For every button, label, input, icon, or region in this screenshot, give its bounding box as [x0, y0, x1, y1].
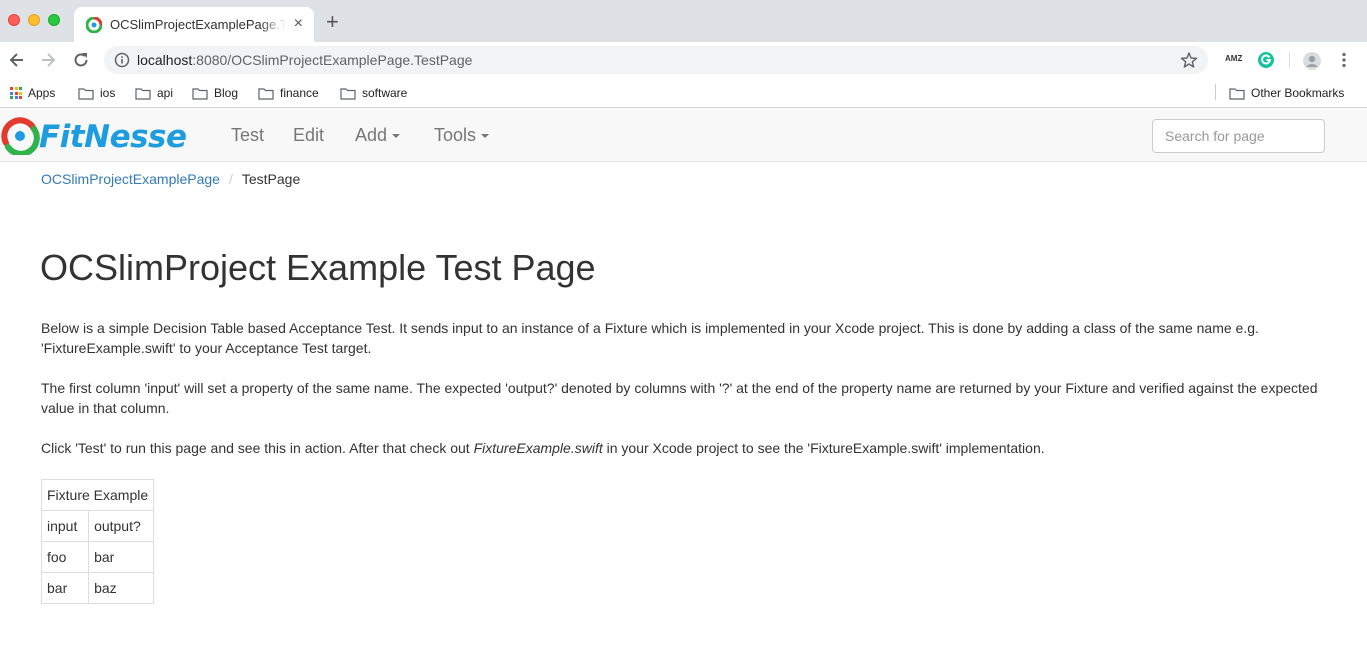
bookmarks-divider: [1215, 84, 1216, 100]
nav-add-dropdown[interactable]: Add: [355, 124, 401, 146]
table-title-row: Fixture Example: [40, 479, 155, 511]
fixture-decision-table: Fixture Example input output? foo bar ba…: [40, 479, 155, 604]
profile-avatar-icon[interactable]: [1302, 51, 1322, 71]
fitnesse-logo-icon: [1, 117, 40, 155]
table-cell: baz: [88, 572, 155, 604]
amz-extension-icon[interactable]: AMZ: [1225, 54, 1242, 63]
bookmark-folder-finance[interactable]: finance: [258, 84, 319, 102]
nav-tools-dropdown[interactable]: Tools: [434, 124, 490, 146]
columns-paragraph: The first column 'input' will set a prop…: [41, 380, 1318, 416]
folder-icon: [1229, 87, 1245, 100]
table-header-row: input output?: [40, 510, 155, 542]
bookmark-label: Apps: [28, 86, 56, 100]
breadcrumb: OCSlimProjectExamplePage / TestPage: [41, 171, 300, 187]
new-tab-button[interactable]: +: [326, 11, 339, 33]
url-host: localhost: [137, 52, 193, 68]
tab-title: OCSlimProjectExamplePage.TestPage: [110, 17, 286, 32]
bookmark-label: Other Bookmarks: [1251, 86, 1345, 100]
nav-edit-link[interactable]: Edit: [293, 124, 324, 146]
bookmark-folder-software[interactable]: software: [340, 84, 407, 102]
folder-icon: [340, 87, 356, 100]
caret-down-icon: [481, 134, 490, 139]
breadcrumb-parent-link[interactable]: OCSlimProjectExamplePage: [41, 171, 220, 187]
bookmark-label: finance: [280, 86, 319, 100]
forward-arrow-icon[interactable]: [38, 50, 58, 70]
back-arrow-icon[interactable]: [7, 50, 27, 70]
apps-grid-icon: [10, 87, 22, 99]
table-title-cell: Fixture Example: [40, 479, 155, 511]
folder-icon: [192, 87, 208, 100]
table-cell: bar: [40, 572, 90, 604]
nav-test-link[interactable]: Test: [231, 124, 264, 146]
info-icon[interactable]: [114, 52, 130, 68]
url-path: :8080/OCSlimProjectExamplePage.TestPage: [192, 52, 473, 68]
bookmarks-bar: Apps ios api Blog finance software Other…: [0, 78, 1367, 108]
nav-tools-label: Tools: [434, 125, 477, 145]
breadcrumb-separator: /: [228, 171, 233, 187]
instructions-filename: FixtureExample.swift: [473, 440, 603, 456]
bookmark-star-icon[interactable]: [1180, 51, 1198, 69]
instructions-paragraph: Click 'Test' to run this page and see th…: [41, 438, 1321, 458]
folder-icon: [78, 87, 94, 100]
table-row: foo bar: [40, 541, 155, 573]
browser-tab-active[interactable]: OCSlimProjectExamplePage.TestPage ×: [74, 7, 314, 42]
toolbar-divider: [1289, 52, 1290, 68]
bookmark-folder-ios[interactable]: ios: [78, 84, 115, 102]
fitnesse-logo-text: FitNesse: [39, 119, 187, 155]
page-title: OCSlimProject Example Test Page: [40, 247, 596, 288]
bookmark-folder-blog[interactable]: Blog: [192, 84, 238, 102]
search-page-input[interactable]: [1152, 119, 1325, 153]
breadcrumb-current: TestPage: [241, 171, 301, 187]
fitnesse-favicon-icon: [86, 17, 102, 33]
fitnesse-logo[interactable]: FitNesse: [0, 113, 200, 157]
url-text[interactable]: localhost:8080/OCSlimProjectExamplePage.…: [137, 52, 472, 68]
folder-icon: [258, 87, 274, 100]
intro-paragraph: Below is a simple Decision Table based A…: [41, 320, 1259, 356]
table-cell: foo: [40, 541, 90, 573]
instructions-text-start: Click 'Test' to run this page and see th…: [41, 440, 474, 456]
fullscreen-window-button[interactable]: [48, 14, 60, 26]
bookmark-label: software: [362, 86, 408, 100]
table-header-cell: output?: [88, 510, 155, 542]
nav-add-label: Add: [355, 125, 388, 145]
bookmark-folder-api[interactable]: api: [135, 84, 173, 102]
table-header-cell: input: [40, 510, 90, 542]
browser-toolbar: localhost:8080/OCSlimProjectExamplePage.…: [0, 42, 1367, 78]
close-tab-icon[interactable]: ×: [294, 15, 303, 33]
close-window-button[interactable]: [8, 14, 20, 26]
bookmark-label: Blog: [214, 86, 239, 100]
table-row: bar baz: [40, 572, 155, 604]
fitnesse-page: FitNesse Test Edit Add Tools OCSlimProje…: [0, 109, 1367, 650]
bookmark-label: api: [157, 86, 174, 100]
folder-icon: [135, 87, 151, 100]
reload-icon[interactable]: [71, 50, 91, 70]
minimize-window-button[interactable]: [28, 14, 40, 26]
address-bar[interactable]: localhost:8080/OCSlimProjectExamplePage.…: [104, 46, 1208, 74]
bookmark-apps[interactable]: Apps: [10, 84, 55, 102]
grammarly-extension-icon[interactable]: [1257, 51, 1275, 69]
bookmark-other-bookmarks[interactable]: Other Bookmarks: [1229, 84, 1344, 102]
instructions-text-end: in your Xcode project to see the 'Fixtur…: [602, 440, 1045, 456]
caret-down-icon: [392, 134, 401, 139]
bookmark-label: ios: [100, 86, 116, 100]
fitnesse-navbar: FitNesse Test Edit Add Tools: [0, 109, 1367, 162]
table-cell: bar: [88, 541, 155, 573]
browser-menu-icon[interactable]: [1337, 51, 1351, 69]
browser-tab-bar: OCSlimProjectExamplePage.TestPage × +: [0, 0, 1367, 42]
